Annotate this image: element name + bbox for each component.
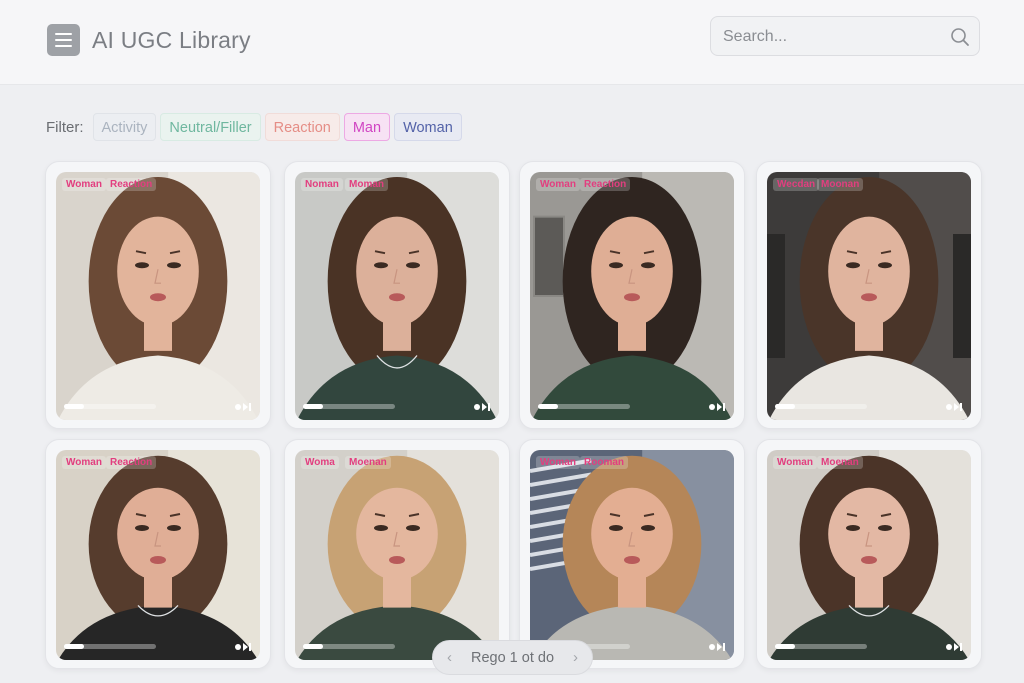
app-header: AI UGC Library — [0, 0, 1024, 85]
video-player[interactable]: Woman Rooman — [530, 450, 734, 660]
video-card[interactable]: Wecdan Moonan — [756, 161, 982, 429]
play-next-icon[interactable] — [708, 402, 726, 412]
menu-line — [55, 33, 72, 35]
search-input[interactable] — [723, 26, 933, 48]
search-box[interactable] — [710, 16, 980, 56]
video-tag: Reaction — [106, 178, 157, 191]
video-thumbnail-image — [56, 172, 260, 420]
video-thumbnail-image — [295, 172, 499, 420]
video-player[interactable]: Noman Moman — [295, 172, 499, 420]
pagination: ‹ Rego 1 ot do › — [432, 640, 593, 675]
video-progress-fill — [64, 644, 85, 649]
video-progress-bar[interactable] — [775, 404, 867, 409]
filter-chip-reaction[interactable]: Reaction — [264, 113, 340, 141]
video-progress-fill — [303, 404, 324, 409]
video-tag: Woman — [536, 178, 580, 191]
video-card[interactable]: Woman Rooman — [519, 439, 745, 669]
video-player[interactable]: Woma Moenan — [295, 450, 499, 660]
video-card[interactable]: Woman Moenan — [756, 439, 982, 669]
video-tag: Noman — [301, 178, 343, 191]
video-progress-fill — [64, 404, 85, 409]
video-tag: Wecdan — [773, 178, 820, 191]
pagination-label: Rego 1 ot do — [470, 649, 555, 666]
video-player[interactable]: Wecdan Moonan — [767, 172, 971, 420]
video-progress-bar[interactable] — [303, 404, 395, 409]
video-tag: Moman — [345, 178, 388, 191]
play-next-icon[interactable] — [708, 642, 726, 652]
video-progress-bar[interactable] — [64, 644, 156, 649]
video-progress-fill — [775, 644, 796, 649]
video-thumbnail-image — [767, 450, 971, 660]
video-tag: Woman — [536, 456, 580, 469]
play-next-icon[interactable] — [945, 402, 963, 412]
filter-chip-activity[interactable]: Activity — [92, 113, 157, 141]
video-thumbnail-image — [56, 450, 260, 660]
video-progress-bar[interactable] — [64, 404, 156, 409]
play-next-icon[interactable] — [945, 642, 963, 652]
chevron-right-icon[interactable]: › — [573, 649, 578, 666]
video-player[interactable]: Woman Reaction — [56, 450, 260, 660]
video-player[interactable]: Woman Moenan — [767, 450, 971, 660]
video-progress-fill — [303, 644, 324, 649]
video-tag: Moonan — [817, 178, 864, 191]
video-tag: Woman — [62, 456, 106, 469]
video-player[interactable]: Woman Reaction — [530, 172, 734, 420]
video-thumbnail-image — [767, 172, 971, 420]
play-next-icon[interactable] — [234, 642, 252, 652]
hamburger-menu-button[interactable] — [47, 24, 80, 56]
video-player[interactable]: Woman Reaction — [56, 172, 260, 420]
video-progress-fill — [538, 404, 559, 409]
filter-chip-woman[interactable]: Woman — [394, 113, 462, 141]
video-tag: Moenan — [817, 456, 863, 469]
video-progress-bar[interactable] — [538, 404, 630, 409]
play-next-icon[interactable] — [473, 402, 491, 412]
menu-line — [55, 45, 72, 47]
video-tag: Rooman — [580, 456, 628, 469]
video-card[interactable]: Woma Moenan — [284, 439, 510, 669]
app-title: AI UGC Library — [92, 27, 251, 53]
search-icon[interactable] — [950, 27, 970, 47]
play-next-icon[interactable] — [234, 402, 252, 412]
video-card[interactable]: Woman Reaction — [45, 439, 271, 669]
video-card[interactable]: Woman Reaction — [519, 161, 745, 429]
video-progress-bar[interactable] — [303, 644, 395, 649]
video-tag: Woma — [301, 456, 339, 469]
chevron-left-icon[interactable]: ‹ — [447, 649, 452, 666]
video-progress-fill — [775, 404, 796, 409]
video-thumbnail-image — [295, 450, 499, 660]
video-tag: Woman — [62, 178, 106, 191]
menu-line — [55, 39, 72, 41]
video-tag: Woman — [773, 456, 817, 469]
video-thumbnail-image — [530, 450, 734, 660]
video-card[interactable]: Noman Moman — [284, 161, 510, 429]
video-thumbnail-image — [530, 172, 734, 420]
video-tag: Reaction — [580, 178, 631, 191]
video-card[interactable]: Woman Reaction — [45, 161, 271, 429]
video-tag: Moenan — [345, 456, 391, 469]
video-progress-bar[interactable] — [775, 644, 867, 649]
video-tag: Reaction — [106, 456, 157, 469]
filter-chip-neutral-filler[interactable]: Neutral/Filler — [160, 113, 261, 141]
filter-chip-man[interactable]: Man — [343, 113, 391, 141]
filter-label: Filter: — [46, 118, 84, 136]
filter-bar: Filter: Activity Neutral/Filler Reaction… — [46, 112, 466, 142]
